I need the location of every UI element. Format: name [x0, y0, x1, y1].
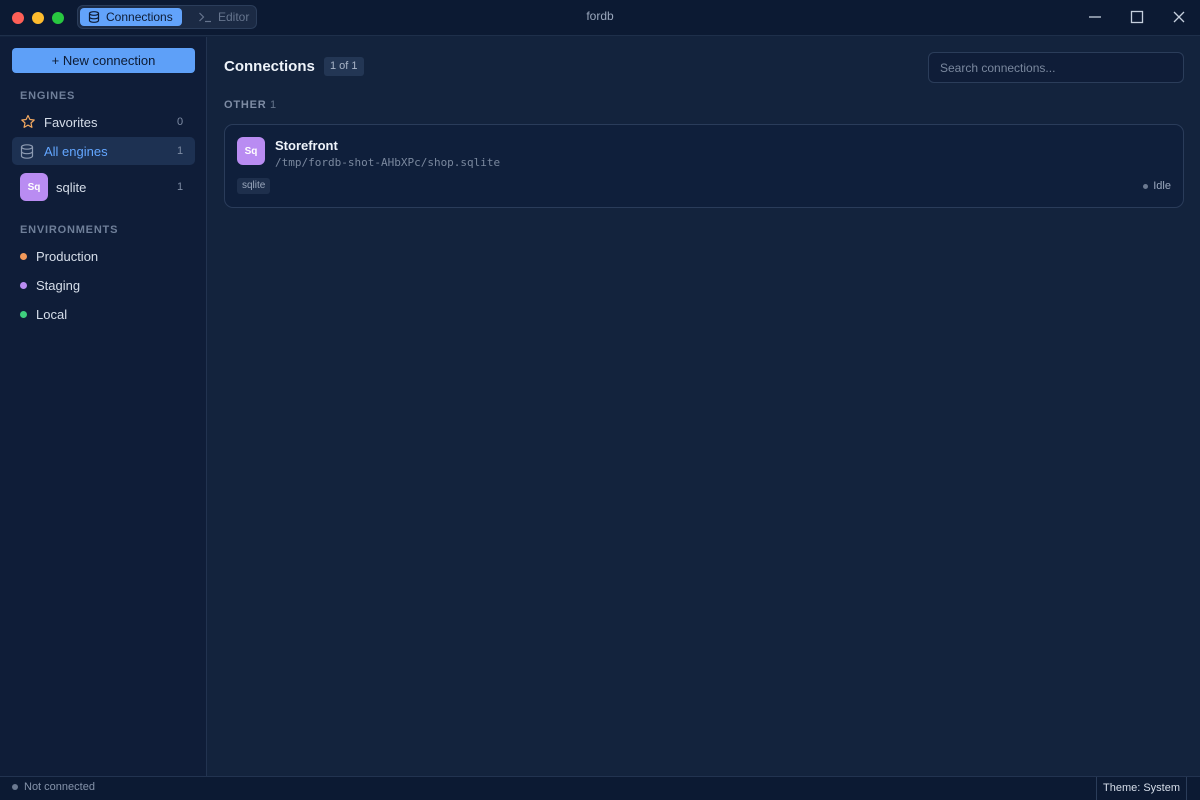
minimize-icon[interactable] — [1087, 9, 1103, 25]
group-count: 1 — [270, 99, 277, 111]
database-icon — [20, 143, 34, 159]
theme-selector[interactable]: Theme: System — [1096, 777, 1187, 800]
connection-indicator: Not connected — [12, 781, 95, 793]
engines-heading: ENGINES — [20, 90, 76, 102]
status-bar: Not connected Theme: System — [0, 776, 1200, 800]
sidebar-item-local[interactable]: Local — [12, 300, 195, 328]
engine-tag: sqlite — [237, 178, 271, 194]
connection-count-badge: 1 of 1 — [324, 57, 364, 76]
local-dot-icon — [20, 310, 27, 318]
environments-heading: ENVIRONMENTS — [20, 224, 119, 236]
status-dot-icon — [1143, 183, 1149, 189]
sidebar-item-count: 1 — [177, 181, 184, 193]
staging-dot-icon — [20, 281, 27, 289]
star-icon — [21, 114, 35, 128]
terminal-icon — [199, 12, 211, 23]
sidebar-item-production[interactable]: Production — [12, 242, 195, 270]
sidebar-item-label: Production — [36, 248, 99, 264]
close-window-button[interactable] — [12, 12, 24, 24]
sidebar-item-count: 0 — [177, 116, 184, 128]
status-label: Idle — [1153, 180, 1171, 192]
tab-connections-label: Connections — [106, 10, 173, 24]
sidebar-item-all-engines[interactable]: All engines 1 — [12, 137, 195, 165]
connection-status-text: Not connected — [24, 781, 95, 793]
close-icon[interactable] — [1171, 9, 1187, 25]
title-bar: Connections Editor fordb — [0, 0, 1200, 36]
sidebar-item-sqlite[interactable]: Sq sqlite 1 — [12, 172, 195, 202]
connection-card[interactable]: Sq Storefront /tmp/fordb-shot-AHbXPc/sho… — [224, 124, 1184, 208]
sidebar-item-staging[interactable]: Staging — [12, 271, 195, 299]
sqlite-badge-icon: Sq — [237, 137, 265, 165]
tab-editor[interactable]: Editor — [190, 8, 254, 26]
sidebar-item-label: Staging — [36, 277, 81, 293]
sidebar-item-label: All engines — [44, 143, 108, 159]
sidebar: + New connection ENGINES Favorites 0 All… — [0, 37, 207, 776]
tab-connections[interactable]: Connections — [80, 8, 182, 26]
view-switcher: Connections Editor — [77, 5, 257, 29]
production-dot-icon — [20, 252, 27, 260]
sidebar-item-label: sqlite — [56, 179, 87, 195]
maximize-icon[interactable] — [1129, 9, 1145, 25]
minimize-window-button[interactable] — [32, 12, 44, 24]
group-heading: OTHER — [224, 99, 267, 111]
new-connection-button[interactable]: + New connection — [12, 48, 195, 73]
connection-status: Idle — [1143, 180, 1171, 192]
sidebar-item-label: Favorites — [44, 114, 98, 130]
tab-editor-label: Editor — [218, 10, 250, 24]
sidebar-item-favorites[interactable]: Favorites 0 — [12, 108, 195, 136]
connection-name: Storefront — [275, 138, 338, 153]
database-icon — [88, 11, 100, 23]
search-input[interactable] — [928, 52, 1184, 83]
page-title: Connections — [224, 58, 315, 75]
status-dot-icon — [12, 784, 18, 790]
sidebar-item-label: Local — [36, 306, 68, 322]
zoom-window-button[interactable] — [52, 12, 64, 24]
sidebar-item-count: 1 — [177, 145, 184, 157]
sqlite-badge-icon: Sq — [20, 173, 48, 201]
connection-path: /tmp/fordb-shot-AHbXPc/shop.sqlite — [275, 156, 501, 169]
